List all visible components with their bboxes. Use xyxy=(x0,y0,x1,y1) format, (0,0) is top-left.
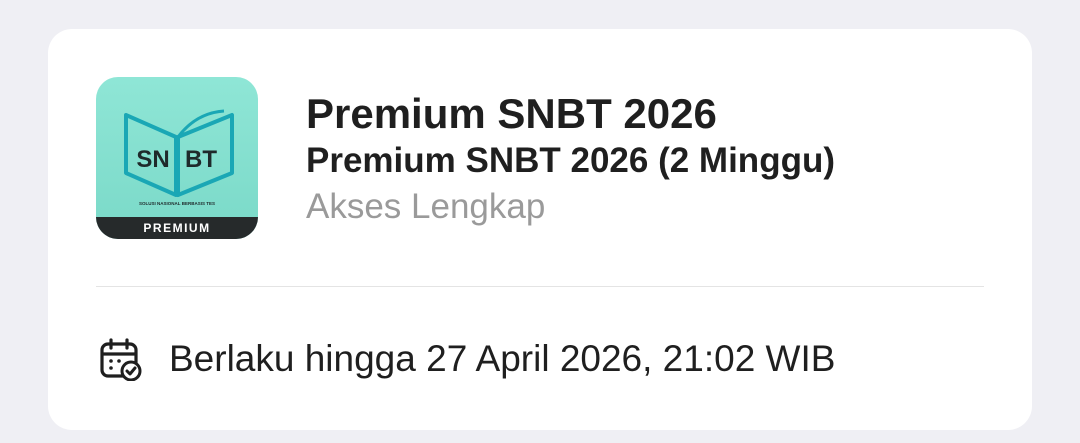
validity-text: Berlaku hingga 27 April 2026, 21:02 WIB xyxy=(169,338,836,379)
snbt-book-logo-icon: SN BT SOLUSI NASIONAL BERBASIS TES xyxy=(124,109,234,206)
product-info: Premium SNBT 2026 Premium SNBT 2026 (2 M… xyxy=(306,89,966,231)
premium-badge: PREMIUM xyxy=(96,217,258,239)
access-label: Akses Lengkap xyxy=(306,187,546,226)
product-title: Premium SNBT 2026 xyxy=(306,90,717,137)
product-header: SN BT SOLUSI NASIONAL BERBASIS TES PREMI… xyxy=(96,77,984,239)
divider xyxy=(96,286,984,287)
logo-text-right: BT xyxy=(185,146,217,173)
logo-text-left: SN xyxy=(136,146,169,173)
product-thumbnail: SN BT SOLUSI NASIONAL BERBASIS TES PREMI… xyxy=(96,77,258,239)
calendar-check-icon xyxy=(100,338,142,381)
logo-tagline: SOLUSI NASIONAL BERBASIS TES xyxy=(139,201,215,206)
subscription-card: SN BT SOLUSI NASIONAL BERBASIS TES PREMI… xyxy=(48,29,1032,430)
product-subtitle: Premium SNBT 2026 (2 Minggu) xyxy=(306,141,835,180)
validity-row: Berlaku hingga 27 April 2026, 21:02 WIB xyxy=(96,335,976,383)
